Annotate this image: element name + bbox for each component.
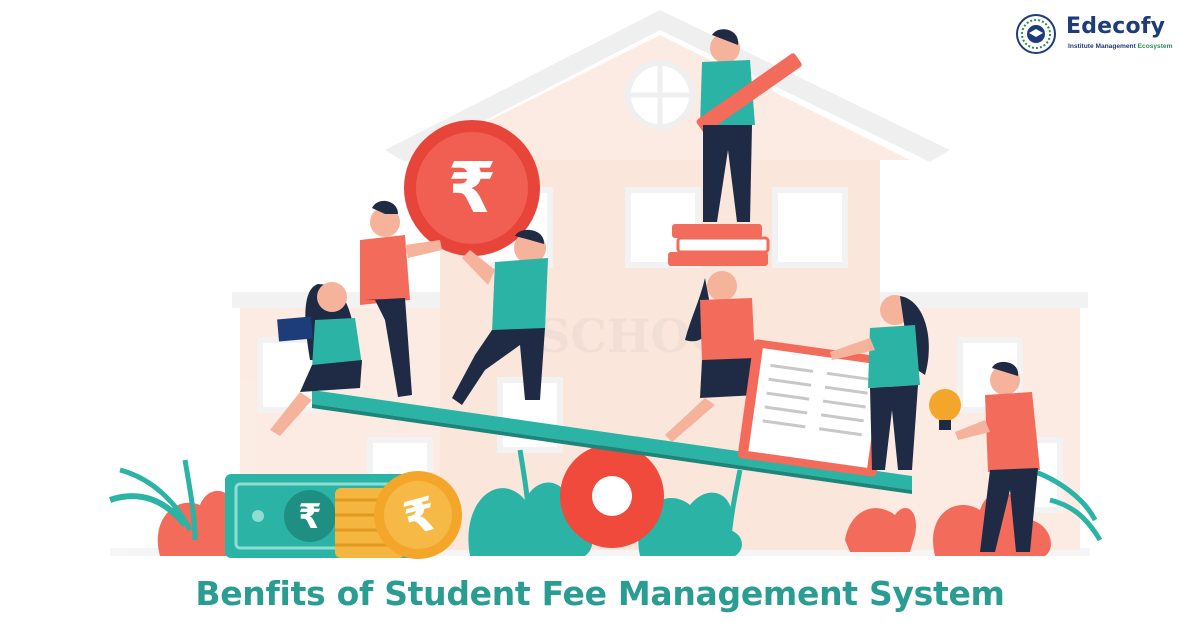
book-stack bbox=[668, 224, 770, 266]
brand-logo[interactable]: Edecofy Institute Management Ecosystem bbox=[1016, 10, 1196, 58]
brand-tagline-main: Institute Management bbox=[1068, 43, 1136, 50]
red-ring bbox=[560, 444, 664, 548]
rupee-coin-symbol: ₹ bbox=[448, 147, 497, 229]
note-currency-symbol: ₹ bbox=[298, 497, 322, 537]
brand-tagline-accent: Ecosystem bbox=[1137, 43, 1173, 50]
brand-tagline: Institute Management Ecosystem bbox=[1068, 43, 1172, 50]
page-headline: Benfits of Student Fee Management System bbox=[195, 574, 1005, 613]
gold-coin: ₹ bbox=[374, 471, 462, 559]
brand-seal-icon bbox=[1016, 14, 1056, 54]
hero-illustration: SCHOOL ₹ ₹ ₹ bbox=[109, 10, 1103, 559]
brand-name: Edecofy bbox=[1066, 14, 1166, 39]
